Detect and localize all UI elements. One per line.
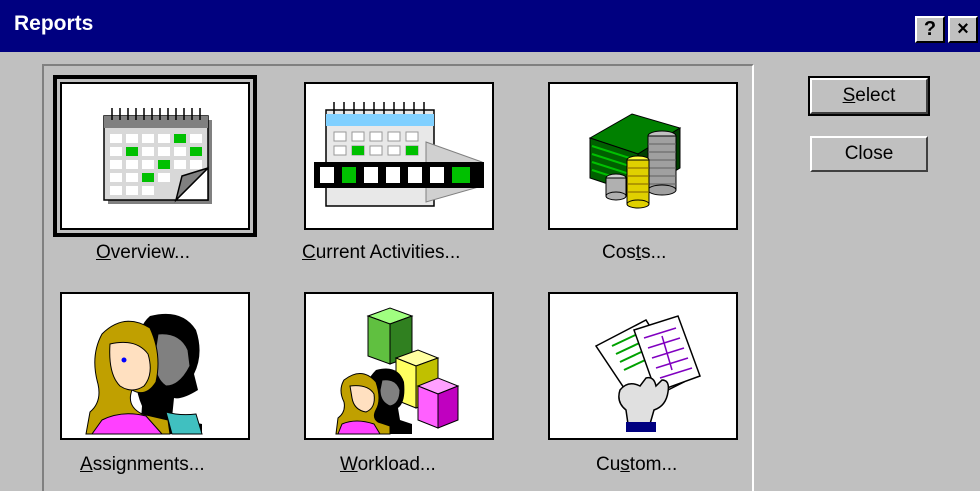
report-tile-current-activities[interactable] <box>304 82 494 230</box>
help-button[interactable]: ? <box>915 16 945 43</box>
gantt-calendar-icon <box>314 102 484 207</box>
people-icon <box>85 313 203 435</box>
report-label-costs[interactable]: Costs... <box>602 242 666 264</box>
report-tile-workload[interactable] <box>304 292 494 440</box>
report-tile-assignments[interactable] <box>60 292 250 440</box>
money-coins-icon <box>588 113 682 209</box>
title-bar: Reports ? × <box>0 0 980 52</box>
report-tile-overview[interactable] <box>53 75 257 237</box>
window-title: Reports <box>14 12 94 35</box>
report-label-current-activities[interactable]: Current Activities... <box>302 242 460 264</box>
report-tile-custom[interactable] <box>548 292 738 440</box>
select-button[interactable]: Select <box>808 76 930 116</box>
report-label-overview[interactable]: Overview... <box>96 242 190 264</box>
report-label-custom[interactable]: Custom... <box>596 454 677 476</box>
help-icon: ? <box>923 18 937 40</box>
report-tile-costs[interactable] <box>548 82 738 230</box>
workload-blocks-icon <box>335 307 460 435</box>
close-icon: × <box>957 18 969 40</box>
calendar-icon <box>103 108 212 204</box>
report-label-workload[interactable]: Workload... <box>340 454 436 476</box>
hand-documents-icon <box>594 315 701 432</box>
report-label-assignments[interactable]: Assignments... <box>80 454 205 476</box>
close-button[interactable]: Close <box>810 136 928 172</box>
close-window-button[interactable]: × <box>948 16 978 43</box>
reports-dialog: Reports ? × Overview... Current Activiti… <box>0 0 980 491</box>
